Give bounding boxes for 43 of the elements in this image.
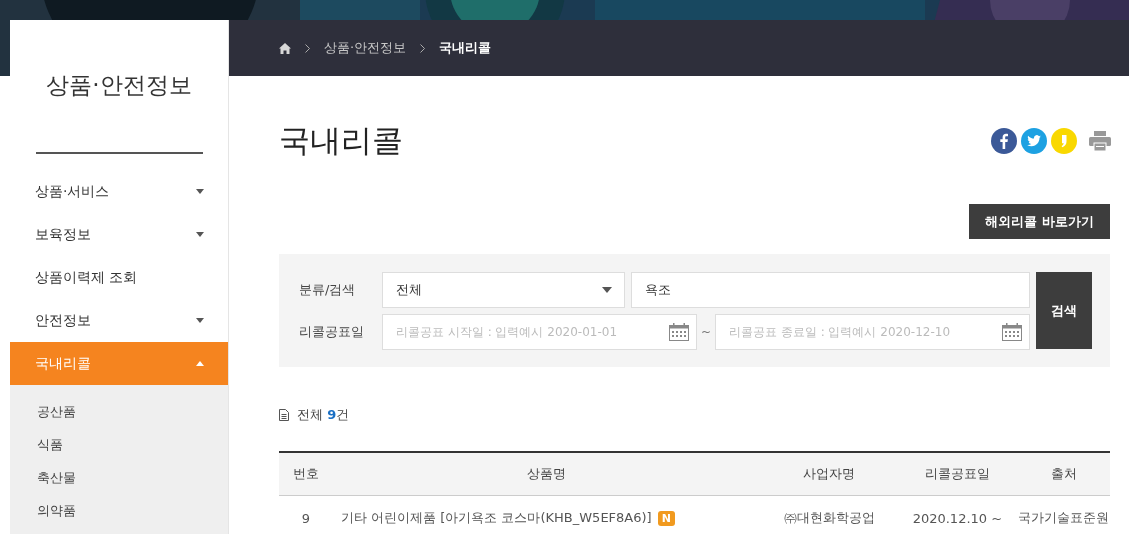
table-cell: 국가기술표준원 xyxy=(1017,495,1110,534)
calendar-icon xyxy=(1002,322,1022,341)
table-cell: 2020.12.10 ~ xyxy=(897,495,1017,534)
column-header: 리콜공표일 xyxy=(897,452,1017,496)
calendar-icon xyxy=(669,322,689,341)
sidebar-item[interactable]: 상품·서비스 xyxy=(10,170,228,213)
search-button[interactable]: 검색 xyxy=(1036,272,1092,349)
breadcrumb-link[interactable]: 상품·안전정보 xyxy=(324,39,407,57)
chevron-icon xyxy=(305,43,310,53)
search-label: 분류/검색 xyxy=(299,280,357,299)
result-count: 전체 9건 xyxy=(297,406,350,424)
submenu-item[interactable]: 공산품 xyxy=(10,395,228,428)
sidebar-title: 상품·안전정보 xyxy=(45,71,193,100)
column-header: 출처 xyxy=(1017,452,1110,496)
table-cell: 9 xyxy=(279,495,333,534)
column-header: 사업자명 xyxy=(760,452,898,496)
sidebar-item[interactable]: 안전정보 xyxy=(10,299,228,342)
twitter-icon[interactable] xyxy=(1021,128,1047,154)
page-title: 국내리콜 xyxy=(279,121,403,160)
column-header: 번호 xyxy=(279,452,333,496)
print-icon[interactable] xyxy=(1089,131,1111,151)
date-label: 리콜공표일 xyxy=(299,322,365,341)
submenu-item[interactable]: 축산물 xyxy=(10,461,228,494)
column-header: 상품명 xyxy=(333,452,761,496)
new-badge: N xyxy=(657,511,675,526)
keyword-field[interactable]: 욕조 xyxy=(631,271,1030,308)
category-select[interactable]: 전체 xyxy=(382,271,625,308)
range-separator: ~ xyxy=(699,324,713,339)
document-icon xyxy=(279,409,289,421)
facebook-icon[interactable] xyxy=(991,128,1017,154)
submenu-item[interactable]: 의약품 xyxy=(10,494,228,527)
start-date-field[interactable]: 리콜공표 시작일 : 입력예시 2020-01-01 xyxy=(382,313,697,350)
sidebar-item[interactable]: 상품이력제 조회 xyxy=(10,256,228,299)
caret-icon xyxy=(602,286,612,293)
table-cell: ㈜대현화학공업 xyxy=(760,495,898,534)
end-date-field[interactable]: 리콜공표 종료일 : 입력예시 2020-12-10 xyxy=(715,313,1030,350)
chevron-icon xyxy=(420,43,426,53)
home-icon[interactable] xyxy=(279,42,291,54)
sidebar-item[interactable]: 보육정보 xyxy=(10,213,228,256)
submenu-item[interactable]: 식품 xyxy=(10,428,228,461)
overseas-recall-button[interactable]: 해외리콜 바로가기 xyxy=(969,204,1110,239)
table-cell[interactable]: 기타 어린이제품 [아기욕조 코스마(KHB_W5EF8A6)] xyxy=(341,510,652,525)
breadcrumb-link[interactable]: 국내리콜 xyxy=(439,39,492,57)
